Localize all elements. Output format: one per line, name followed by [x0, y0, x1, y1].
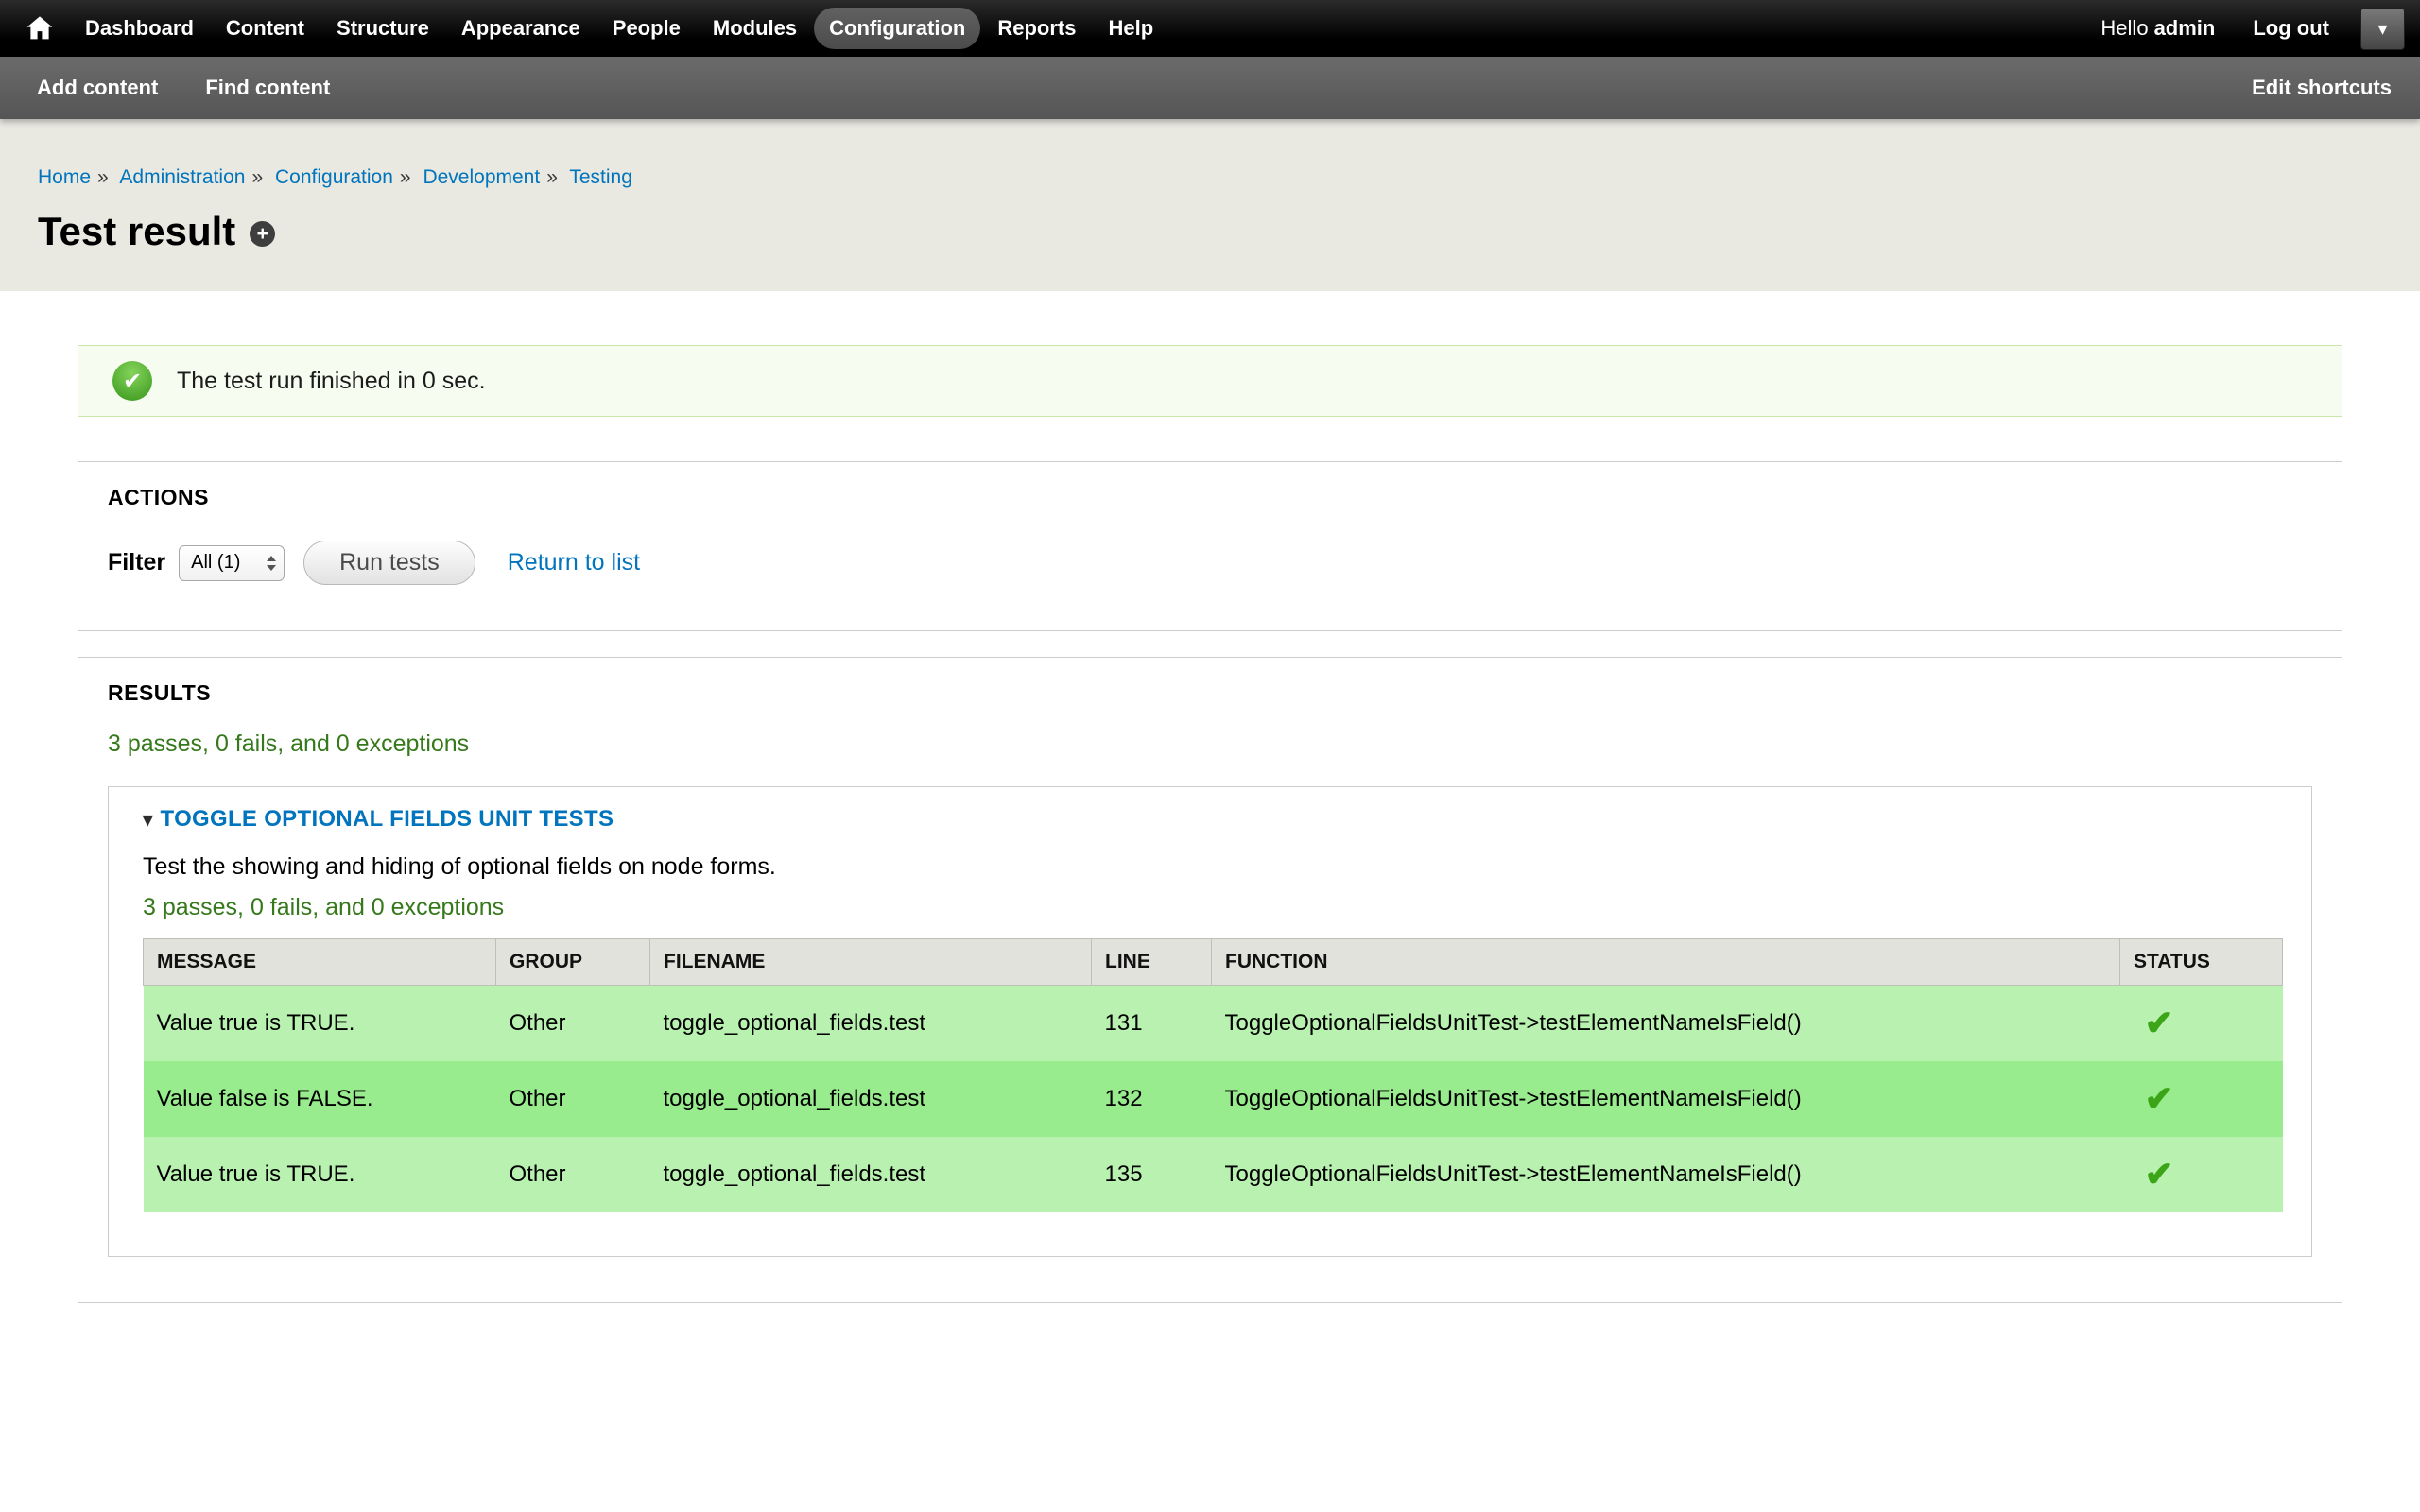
toolbar-menu-item[interactable]: Help	[1093, 8, 1168, 49]
toolbar-menu-item[interactable]: Reports	[982, 8, 1091, 49]
shortcut-links: Add content Find content	[37, 76, 330, 100]
cell-filename: toggle_optional_fields.test	[650, 1137, 1092, 1212]
page-header: Home » Administration » Configuration » Dev…	[0, 119, 2420, 291]
table-row: Value true is TRUE. Other toggle_optiona…	[144, 986, 2283, 1061]
breadcrumb-link[interactable]: Configuration	[275, 166, 393, 188]
admin-toolbar: Dashboard Content Structure Appearance P…	[0, 0, 2420, 57]
cell-message: Value true is TRUE.	[144, 1137, 496, 1212]
table-header-cell: FUNCTION	[1212, 939, 2120, 986]
breadcrumb-separator: »	[97, 166, 109, 188]
actions-row: Filter All (1) Run tests Return to list	[108, 541, 2312, 585]
shortcut-bar: Add content Find content Edit shortcuts	[0, 57, 2420, 119]
actions-legend: ACTIONS	[108, 485, 2312, 510]
add-shortcut-icon[interactable]: +	[250, 221, 275, 247]
toolbar-menu-item[interactable]: Structure	[321, 8, 444, 49]
toolbar-toggle-button[interactable]: ▾	[2360, 8, 2405, 50]
actions-panel: ACTIONS Filter All (1) Run tests Return …	[78, 461, 2342, 631]
username: admin	[2154, 16, 2216, 40]
table-header-cell: STATUS	[2120, 939, 2283, 986]
breadcrumb-separator: »	[251, 166, 263, 188]
page-title: Test result	[38, 210, 235, 253]
cell-status: ✔	[2120, 1061, 2283, 1137]
breadcrumb-current[interactable]: Testing	[569, 166, 632, 188]
cell-line: 135	[1092, 1137, 1212, 1212]
greeting-text: Helloadmin	[2100, 16, 2215, 41]
breadcrumb-link[interactable]: Home	[38, 166, 91, 188]
shortcut-item[interactable]: Find content	[205, 76, 330, 100]
toolbar-menu-item[interactable]: Modules	[698, 8, 812, 49]
cell-filename: toggle_optional_fields.test	[650, 986, 1092, 1061]
toolbar-menu-item[interactable]: Dashboard	[70, 8, 209, 49]
checkmark-icon: ✔	[2134, 1079, 2174, 1118]
shortcut-item[interactable]: Add content	[37, 76, 158, 100]
table-header-row: MESSAGE GROUP FILENAME LINE FUNCTION STA…	[144, 939, 2283, 986]
table-header-cell: FILENAME	[650, 939, 1092, 986]
collapse-arrow-icon: ▾	[143, 808, 153, 832]
status-message: ✔ The test run finished in 0 sec.	[78, 345, 2342, 417]
cell-group: Other	[496, 1061, 650, 1137]
status-message-text: The test run finished in 0 sec.	[177, 368, 486, 395]
table-header-cell: LINE	[1092, 939, 1212, 986]
main-content: ✔ The test run finished in 0 sec. ACTION…	[0, 291, 2420, 1303]
test-group-title-link[interactable]: TOGGLE OPTIONAL FIELDS UNIT TESTS	[161, 806, 614, 833]
toolbar-menu-item[interactable]: Configuration	[814, 8, 980, 49]
breadcrumb-link[interactable]: Administration	[119, 166, 245, 188]
toolbar-menu-item[interactable]: People	[597, 8, 696, 49]
cell-message: Value false is FALSE.	[144, 1061, 496, 1137]
table-row: Value false is FALSE. Other toggle_optio…	[144, 1061, 2283, 1137]
table-row: Value true is TRUE. Other toggle_optiona…	[144, 1137, 2283, 1212]
toolbar-menu-item[interactable]: Content	[211, 8, 320, 49]
cell-status: ✔	[2120, 1137, 2283, 1212]
logout-link[interactable]: Log out	[2253, 16, 2329, 41]
cell-message: Value true is TRUE.	[144, 986, 496, 1061]
results-legend: RESULTS	[108, 680, 2312, 706]
return-to-list-link[interactable]: Return to list	[508, 549, 640, 576]
test-group-fieldset: ▾ TOGGLE OPTIONAL FIELDS UNIT TESTS Test…	[108, 786, 2312, 1257]
cell-group: Other	[496, 1137, 650, 1212]
cell-group: Other	[496, 986, 650, 1061]
checkmark-icon: ✔	[2134, 1004, 2174, 1042]
breadcrumb: Home » Administration » Configuration » Dev…	[38, 166, 2382, 189]
results-panel: RESULTS 3 passes, 0 fails, and 0 excepti…	[78, 657, 2342, 1303]
results-summary: 3 passes, 0 fails, and 0 exceptions	[108, 730, 2312, 758]
test-group-summary: 3 passes, 0 fails, and 0 exceptions	[143, 894, 2283, 921]
breadcrumb-link[interactable]: Development	[423, 166, 540, 188]
status-ok-icon: ✔	[112, 361, 152, 401]
home-icon	[25, 13, 55, 43]
select-stepper-icon	[267, 556, 276, 571]
test-group-title-row: ▾ TOGGLE OPTIONAL FIELDS UNIT TESTS	[143, 806, 2283, 833]
breadcrumb-separator: »	[546, 166, 558, 188]
page-title-row: Test result +	[38, 210, 2382, 253]
edit-shortcuts-link[interactable]: Edit shortcuts	[2252, 76, 2392, 100]
test-group-description: Test the showing and hiding of optional …	[143, 853, 2283, 881]
run-tests-button[interactable]: Run tests	[303, 541, 475, 585]
home-icon-button[interactable]	[25, 13, 55, 43]
table-header-cell: GROUP	[496, 939, 650, 986]
cell-function: ToggleOptionalFieldsUnitTest->testElemen…	[1212, 986, 2120, 1061]
cell-filename: toggle_optional_fields.test	[650, 1061, 1092, 1137]
table-header-cell: MESSAGE	[144, 939, 496, 986]
filter-select[interactable]: All (1)	[179, 545, 285, 581]
toolbar-menu-item[interactable]: Appearance	[446, 8, 596, 49]
cell-line: 132	[1092, 1061, 1212, 1137]
breadcrumb-separator: »	[400, 166, 411, 188]
cell-line: 131	[1092, 986, 1212, 1061]
cell-function: ToggleOptionalFieldsUnitTest->testElemen…	[1212, 1061, 2120, 1137]
chevron-down-icon: ▾	[2377, 17, 2387, 41]
filter-select-value: All (1)	[191, 552, 240, 574]
checkmark-icon: ✔	[2134, 1155, 2174, 1194]
filter-label: Filter	[108, 549, 165, 576]
toolbar-menu: Dashboard Content Structure Appearance P…	[70, 8, 1168, 49]
cell-status: ✔	[2120, 986, 2283, 1061]
results-table: MESSAGE GROUP FILENAME LINE FUNCTION STA…	[143, 938, 2283, 1212]
cell-function: ToggleOptionalFieldsUnitTest->testElemen…	[1212, 1137, 2120, 1212]
